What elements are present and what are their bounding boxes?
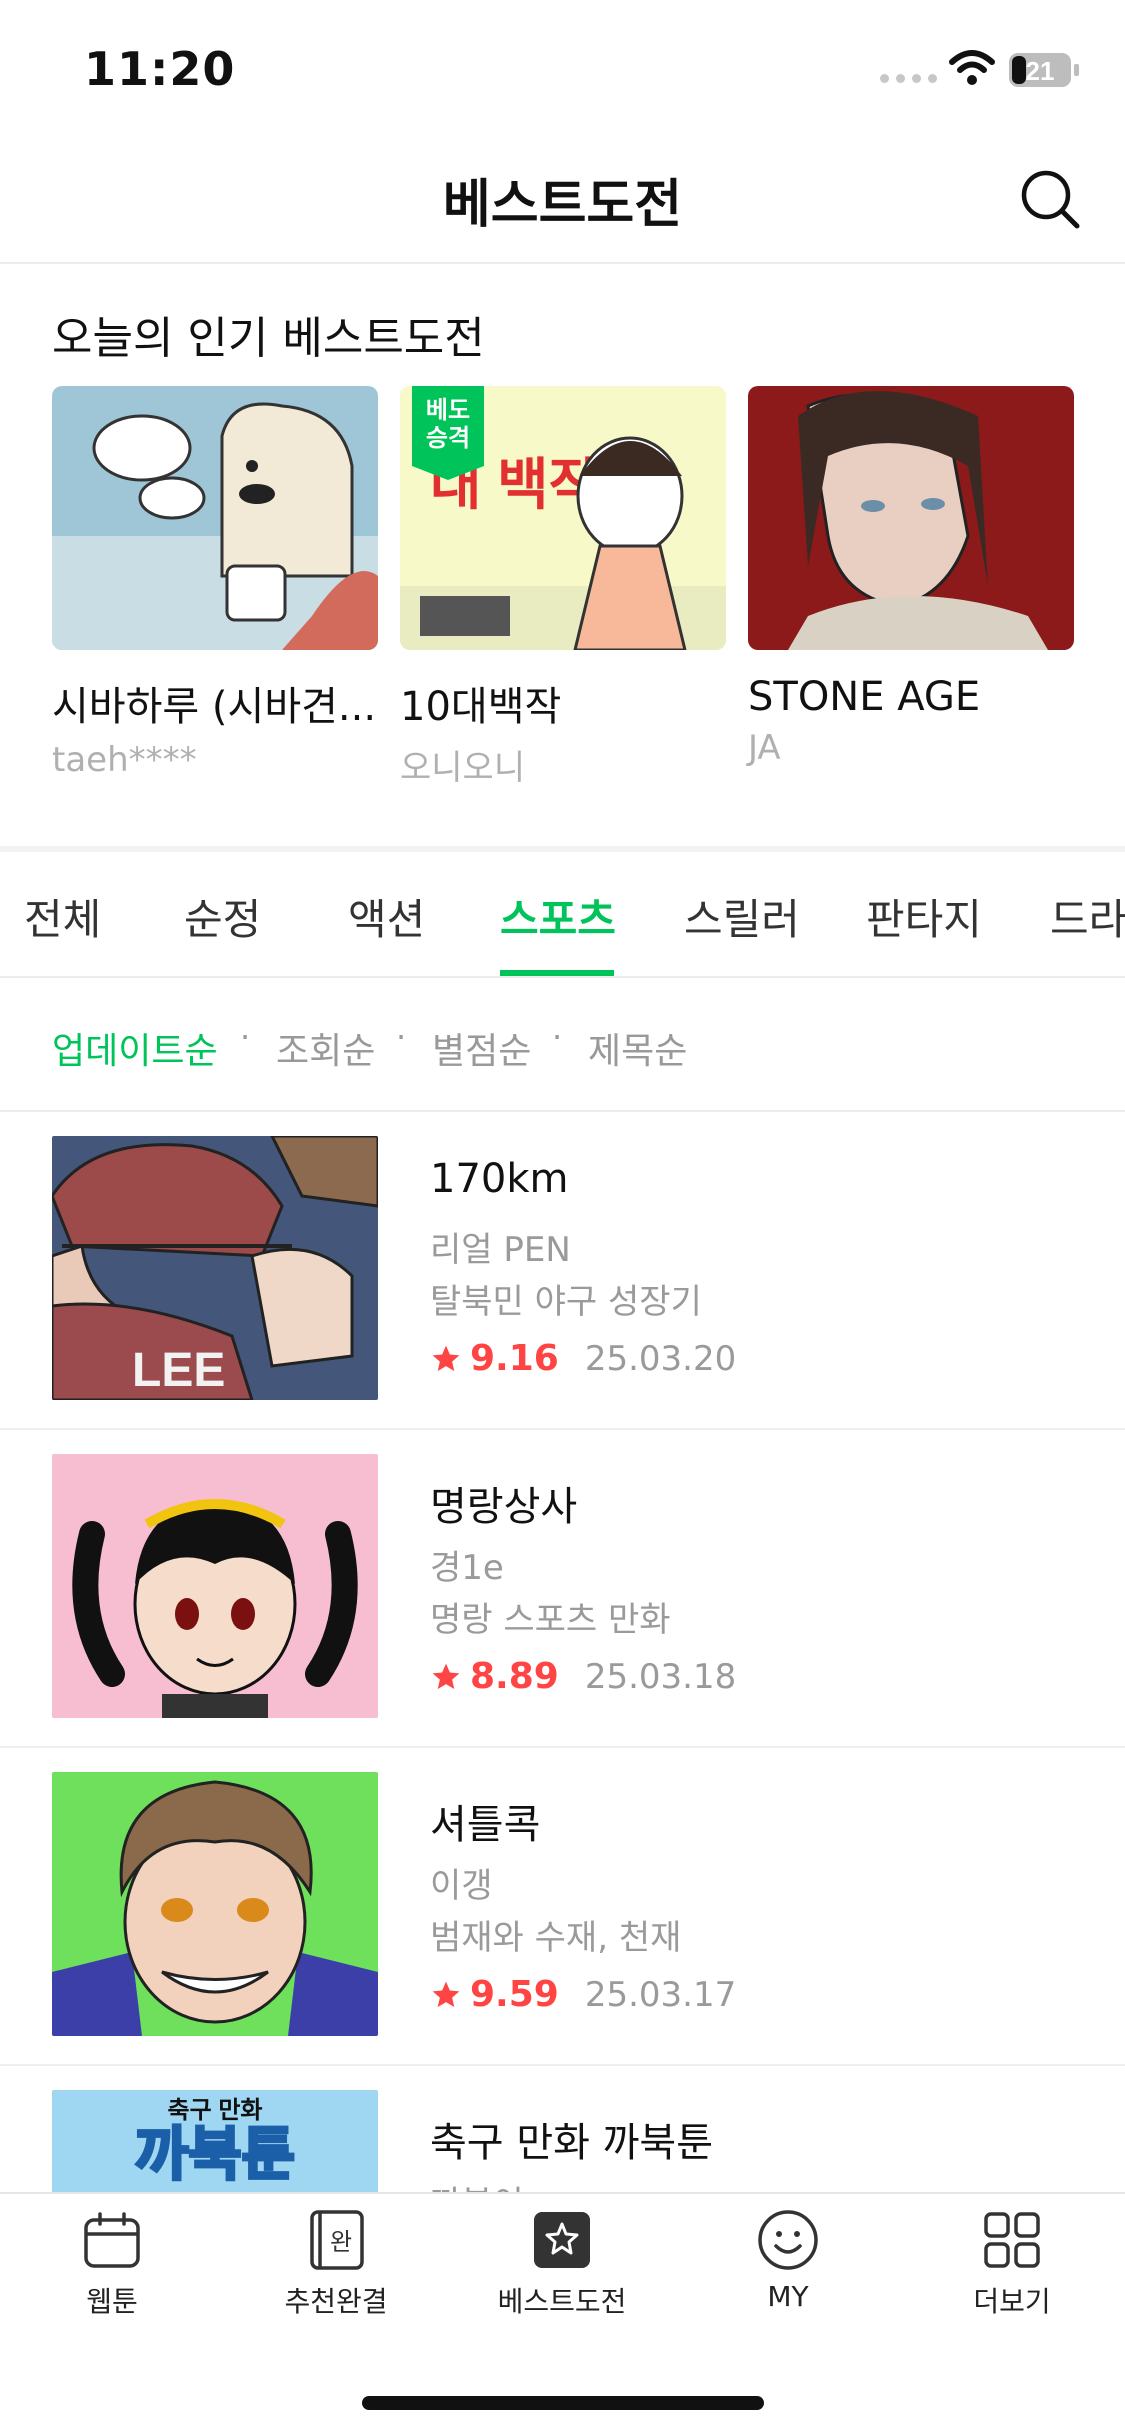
card-author: 오니오니 xyxy=(400,748,526,788)
app-header: 베스트도전 xyxy=(0,132,1125,264)
sort-bar: 업데이트순 · 조회순 · 별점순 · 제목순 xyxy=(0,980,1125,1112)
comic-description: 범재와 수재, 천재 xyxy=(430,1918,682,1958)
popular-section-title: 오늘의 인기 베스트도전 xyxy=(52,313,485,364)
nav-recommended-completed[interactable]: 완 추천완결 xyxy=(236,2208,436,2338)
status-bar: 11:20 21 xyxy=(0,0,1125,132)
comic-date: 25.03.18 xyxy=(584,1656,737,1697)
list-item[interactable]: 명랑상사 경1e 명랑 스포츠 만화 8.89 25.03.18 xyxy=(0,1430,1125,1748)
list-item[interactable]: LEE 170km 리얼 PEN 탈북민 야구 성장기 9.16 25.03.2… xyxy=(0,1112,1125,1430)
thumb-text: 까북툰 xyxy=(135,2122,295,2187)
popular-card[interactable]: 대 백작 베도 승격 10대백작 오니오니 xyxy=(400,386,726,789)
comic-title: 명랑상사 xyxy=(430,1484,578,1530)
popular-card[interactable]: STONE AGE JA xyxy=(748,386,1074,789)
nav-more[interactable]: 더보기 xyxy=(912,2208,1112,2338)
comic-author: 경1e xyxy=(430,1548,504,1588)
thumb-text: LEE xyxy=(132,1344,225,1397)
wifi-icon xyxy=(949,50,995,85)
comic-description: 명랑 스포츠 만화 xyxy=(430,1600,671,1640)
active-tab-indicator xyxy=(500,970,614,976)
battery-icon: 21 xyxy=(1009,53,1079,87)
star-icon xyxy=(432,1663,460,1689)
battery-level: 21 xyxy=(1026,56,1055,86)
smiley-icon xyxy=(758,2210,818,2270)
page-title: 베스트도전 xyxy=(442,175,683,235)
tab-drama[interactable]: 드라 xyxy=(1050,886,1125,947)
comic-description: 탈북민 야구 성장기 xyxy=(430,1282,702,1322)
badge-text: 베도 승격 xyxy=(425,396,471,452)
sort-title[interactable]: 제목순 xyxy=(588,1022,687,1074)
book-icon-text: 완 xyxy=(330,2228,352,2256)
card-author: JA xyxy=(748,728,781,768)
star-box-icon xyxy=(534,2212,590,2268)
comic-title: 축구 만화 까북툰 xyxy=(430,2120,714,2166)
tab-thriller[interactable]: 스릴러 xyxy=(684,886,800,947)
book-icon: 완 xyxy=(310,2210,364,2270)
comic-thumbnail: 축구 만화 까북툰 xyxy=(52,2090,378,2192)
tab-sports[interactable]: 스포츠 xyxy=(500,886,616,947)
comic-rating: 9.16 xyxy=(470,1338,559,1379)
card-title: 시바하루 (시바견... xyxy=(52,684,377,730)
card-thumbnail: 대 백작 베도 승격 xyxy=(400,386,726,650)
comic-thumbnail: LEE xyxy=(52,1136,378,1400)
tab-action[interactable]: 액션 xyxy=(348,886,425,947)
sort-separator: · xyxy=(240,1018,251,1056)
comic-list: LEE 170km 리얼 PEN 탈북민 야구 성장기 9.16 25.03.2… xyxy=(0,1112,1125,2192)
nav-label: 베스트도전 xyxy=(497,2285,627,2318)
nav-label: 추천완결 xyxy=(284,2285,388,2318)
popular-cards: 시바하루 (시바견... taeh**** 대 백작 베도 승격 10대백작 오… xyxy=(52,386,1074,789)
sort-views[interactable]: 조회순 xyxy=(276,1022,375,1074)
comic-author: 까북이 xyxy=(430,2176,524,2192)
home-indicator xyxy=(362,2396,764,2410)
popular-card[interactable]: 시바하루 (시바견... taeh**** xyxy=(52,386,378,789)
comic-rating: 9.59 xyxy=(470,1974,559,2015)
comic-thumbnail xyxy=(52,1454,378,1718)
card-title: 10대백작 xyxy=(400,684,562,730)
comic-rating: 8.89 xyxy=(470,1656,559,1697)
nav-label: 웹툰 xyxy=(86,2285,138,2318)
nav-my[interactable]: MY xyxy=(688,2208,888,2338)
sort-rating[interactable]: 별점순 xyxy=(432,1022,531,1074)
nav-label: 더보기 xyxy=(973,2285,1051,2318)
comic-thumbnail xyxy=(52,1772,378,2036)
card-thumbnail xyxy=(52,386,378,650)
sort-separator: · xyxy=(552,1018,563,1056)
comic-title: 170km xyxy=(430,1156,569,1202)
tab-all[interactable]: 전체 xyxy=(24,886,101,947)
card-title: STONE AGE xyxy=(748,674,981,720)
popular-section: 오늘의 인기 베스트도전 시바하루 (시바견... taeh**** 대 백작 … xyxy=(0,266,1125,850)
calendar-icon xyxy=(84,2212,140,2268)
nav-best-challenge[interactable]: 베스트도전 xyxy=(462,2208,662,2338)
nav-label: MY xyxy=(767,2280,809,2313)
search-icon[interactable] xyxy=(1017,166,1083,232)
grid-icon xyxy=(984,2212,1040,2268)
sort-update[interactable]: 업데이트순 xyxy=(52,1022,218,1074)
card-thumbnail xyxy=(748,386,1074,650)
cellular-signal-icon xyxy=(880,74,937,83)
sort-separator: · xyxy=(396,1018,407,1056)
tab-fantasy[interactable]: 판타지 xyxy=(866,886,982,947)
tab-romance[interactable]: 순정 xyxy=(184,886,261,947)
star-icon xyxy=(432,1981,460,2007)
status-time: 11:20 xyxy=(84,42,236,96)
comic-author: 이갱 xyxy=(430,1866,493,1906)
comic-meta: 9.59 25.03.17 xyxy=(430,1974,736,2015)
comic-meta: 9.16 25.03.20 xyxy=(430,1338,736,1379)
thumb-text-top: 축구 만화 xyxy=(168,2097,263,2124)
star-icon xyxy=(432,1345,460,1371)
comic-author: 리얼 PEN xyxy=(430,1230,571,1270)
comic-date: 25.03.20 xyxy=(584,1338,737,1379)
card-author: taeh**** xyxy=(52,740,197,780)
nav-webtoon[interactable]: 웹툰 xyxy=(12,2208,212,2338)
comic-meta: 8.89 25.03.18 xyxy=(430,1656,736,1697)
comic-date: 25.03.17 xyxy=(584,1974,737,2015)
list-item[interactable]: 셔틀콕 이갱 범재와 수재, 천재 9.59 25.03.17 xyxy=(0,1748,1125,2066)
genre-tabs: 전체 순정 액션 스포츠 스릴러 판타지 드라 xyxy=(0,852,1125,978)
comic-title: 셔틀콕 xyxy=(430,1802,541,1848)
list-item[interactable]: 축구 만화 까북툰 축구 만화 까북툰 까북이 xyxy=(0,2066,1125,2192)
